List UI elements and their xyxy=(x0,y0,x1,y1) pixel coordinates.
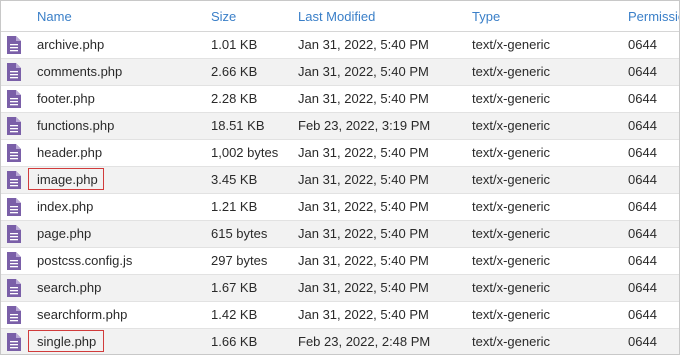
column-header-size[interactable]: Size xyxy=(211,9,236,25)
file-last-modified: Jan 31, 2022, 5:40 PM xyxy=(298,253,429,268)
document-file-icon xyxy=(7,171,21,189)
file-last-modified: Feb 23, 2022, 2:48 PM xyxy=(298,334,431,349)
file-last-modified: Jan 31, 2022, 5:40 PM xyxy=(298,172,429,187)
table-row[interactable]: comments.php 2.66 KB Jan 31, 2022, 5:40 PM… xyxy=(1,59,679,86)
file-last-modified: Jan 31, 2022, 5:40 PM xyxy=(298,199,429,214)
file-last-modified: Jan 31, 2022, 5:40 PM xyxy=(298,37,429,52)
file-last-modified: Feb 23, 2022, 3:19 PM xyxy=(298,118,431,133)
file-name[interactable]: archive.php xyxy=(37,37,104,53)
file-last-modified: Jan 31, 2022, 5:40 PM xyxy=(298,91,429,106)
file-type: text/x-generic xyxy=(472,226,551,241)
file-permissions: 0644 xyxy=(628,118,657,133)
file-name[interactable]: image.php xyxy=(37,172,98,188)
document-file-icon xyxy=(7,279,21,297)
document-file-icon xyxy=(7,225,21,243)
table-row[interactable]: index.php 1.21 KB Jan 31, 2022, 5:40 PM tex… xyxy=(1,194,679,221)
file-manager-table: Name Size Last Modified Type Permissio a… xyxy=(0,0,680,355)
file-size: 1.66 KB xyxy=(211,334,258,349)
table-row[interactable]: page.php 615 bytes Jan 31, 2022, 5:40 PM te… xyxy=(1,221,679,248)
table-row[interactable]: header.php 1,002 bytes Jan 31, 2022, 5:40 … xyxy=(1,140,679,167)
table-row[interactable]: single.php 1.66 KB Feb 23, 2022, 2:48 PM te… xyxy=(1,329,679,354)
file-last-modified: Jan 31, 2022, 5:40 PM xyxy=(298,64,429,79)
file-permissions: 0644 xyxy=(628,334,657,349)
table-row[interactable]: searchform.php 1.42 KB Jan 31, 2022, 5:40 … xyxy=(1,302,679,329)
table-row[interactable]: archive.php 1.01 KB Jan 31, 2022, 5:40 PM t… xyxy=(1,32,679,59)
file-type: text/x-generic xyxy=(472,199,551,214)
file-type: text/x-generic xyxy=(472,145,551,160)
table-row[interactable]: footer.php 2.28 KB Jan 31, 2022, 5:40 PM te… xyxy=(1,86,679,113)
table-row[interactable]: search.php 1.67 KB Jan 31, 2022, 5:40 PM te… xyxy=(1,275,679,302)
file-name[interactable]: search.php xyxy=(37,280,101,296)
file-type: text/x-generic xyxy=(472,172,551,187)
file-type: text/x-generic xyxy=(472,118,551,133)
file-last-modified: Jan 31, 2022, 5:40 PM xyxy=(298,226,429,241)
file-size: 2.66 KB xyxy=(211,64,258,79)
file-name[interactable]: header.php xyxy=(37,145,102,161)
file-size: 1.01 KB xyxy=(211,37,258,52)
file-permissions: 0644 xyxy=(628,253,657,268)
file-type: text/x-generic xyxy=(472,91,551,106)
file-size: 615 bytes xyxy=(211,226,268,241)
file-type: text/x-generic xyxy=(472,64,551,79)
document-file-icon xyxy=(7,117,21,135)
file-permissions: 0644 xyxy=(628,91,657,106)
file-size: 2.28 KB xyxy=(211,91,258,106)
file-size: 1,002 bytes xyxy=(211,145,279,160)
file-last-modified: Jan 31, 2022, 5:40 PM xyxy=(298,145,429,160)
file-type: text/x-generic xyxy=(472,334,551,349)
table-header: Name Size Last Modified Type Permissio xyxy=(1,1,679,32)
document-file-icon xyxy=(7,36,21,54)
column-header-name[interactable]: Name xyxy=(37,9,72,25)
file-permissions: 0644 xyxy=(628,172,657,187)
file-type: text/x-generic xyxy=(472,253,551,268)
document-file-icon xyxy=(7,144,21,162)
file-name[interactable]: comments.php xyxy=(37,64,122,80)
file-size: 297 bytes xyxy=(211,253,268,268)
file-size: 18.51 KB xyxy=(211,118,265,133)
file-permissions: 0644 xyxy=(628,280,657,295)
table-row[interactable]: postcss.config.js 297 bytes Jan 31, 2022, … xyxy=(1,248,679,275)
file-type: text/x-generic xyxy=(472,307,551,322)
file-name[interactable]: page.php xyxy=(37,226,91,242)
file-permissions: 0644 xyxy=(628,37,657,52)
file-last-modified: Jan 31, 2022, 5:40 PM xyxy=(298,307,429,322)
file-name[interactable]: searchform.php xyxy=(37,307,127,323)
document-file-icon xyxy=(7,333,21,351)
table-row[interactable]: image.php 3.45 KB Jan 31, 2022, 5:40 PM tex… xyxy=(1,167,679,194)
file-name[interactable]: postcss.config.js xyxy=(37,253,132,269)
file-permissions: 0644 xyxy=(628,64,657,79)
file-size: 1.42 KB xyxy=(211,307,258,322)
file-permissions: 0644 xyxy=(628,307,657,322)
file-name[interactable]: functions.php xyxy=(37,118,114,134)
column-header-type[interactable]: Type xyxy=(472,9,500,25)
document-file-icon xyxy=(7,63,21,81)
file-name[interactable]: index.php xyxy=(37,199,93,215)
file-list: archive.php 1.01 KB Jan 31, 2022, 5:40 PM t… xyxy=(1,32,679,354)
file-type: text/x-generic xyxy=(472,37,551,52)
file-size: 1.21 KB xyxy=(211,199,258,214)
document-file-icon xyxy=(7,198,21,216)
column-header-permissions[interactable]: Permissio xyxy=(628,9,679,25)
file-permissions: 0644 xyxy=(628,226,657,241)
file-type: text/x-generic xyxy=(472,280,551,295)
file-size: 3.45 KB xyxy=(211,172,258,187)
document-file-icon xyxy=(7,90,21,108)
file-size: 1.67 KB xyxy=(211,280,258,295)
file-last-modified: Jan 31, 2022, 5:40 PM xyxy=(298,280,429,295)
file-permissions: 0644 xyxy=(628,199,657,214)
file-name[interactable]: single.php xyxy=(37,334,96,350)
column-header-last-modified[interactable]: Last Modified xyxy=(298,9,375,25)
file-name[interactable]: footer.php xyxy=(37,91,95,107)
document-file-icon xyxy=(7,252,21,270)
file-permissions: 0644 xyxy=(628,145,657,160)
document-file-icon xyxy=(7,306,21,324)
table-row[interactable]: functions.php 18.51 KB Feb 23, 2022, 3:19 … xyxy=(1,113,679,140)
